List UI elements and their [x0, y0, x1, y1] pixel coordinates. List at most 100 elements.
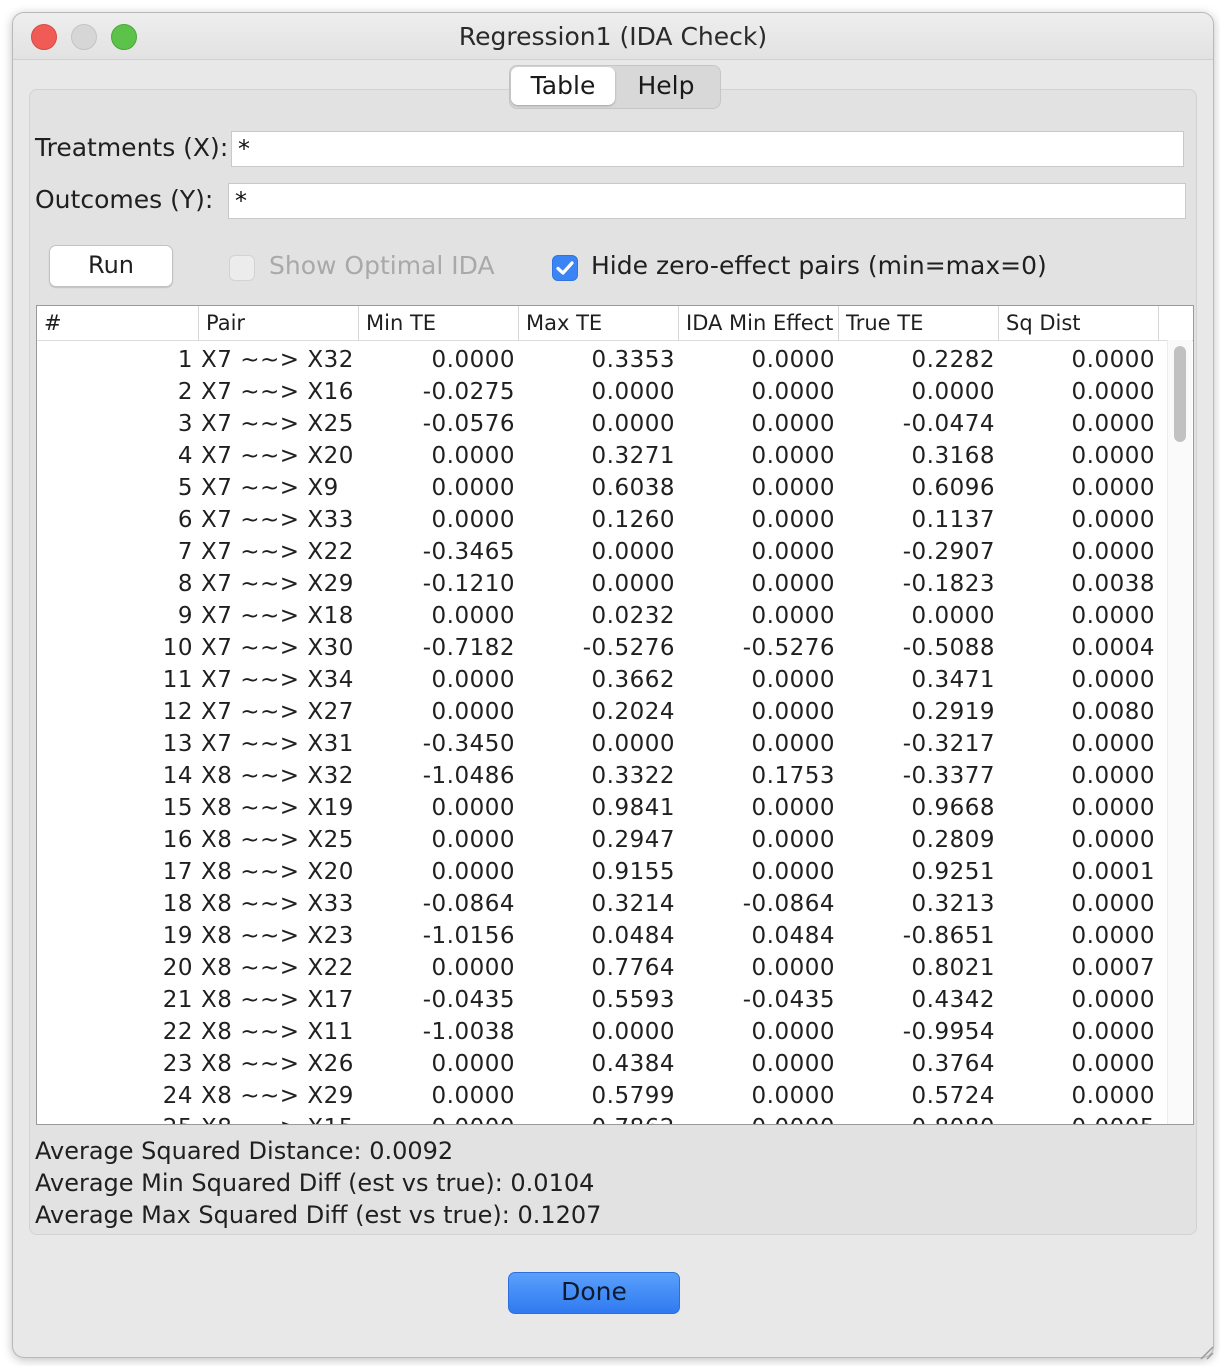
cell-pair: X7 ~~> X9 [201, 475, 339, 501]
cell-index: 24 [162, 1083, 193, 1109]
column-header-index[interactable]: # [37, 306, 199, 340]
table-row[interactable]: 8 X7 ~~> X29 -0.1210 0.0000 0.0000 -0.1823 0.0… [37, 568, 1167, 600]
table-row[interactable]: 12 X7 ~~> X27 0.0000 0.2024 0.0000 0.2919 0.00… [37, 696, 1167, 728]
table-row[interactable]: 19 X8 ~~> X23 -1.0156 0.0484 0.0484 -0.8651 0.… [37, 920, 1167, 952]
table-row[interactable]: 5 X7 ~~> X9 0.0000 0.6038 0.0000 0.6096 0.0000 [37, 472, 1167, 504]
dialog-window: Regression1 (IDA Check) Table Help Treat… [12, 12, 1214, 1358]
cell-index: 14 [162, 763, 193, 789]
treatments-label: Treatments (X): [35, 133, 229, 162]
cell-true-te: 0.2282 [911, 347, 995, 373]
column-header-sq-dist[interactable]: Sq Dist [999, 306, 1159, 340]
cell-true-te: 0.2919 [911, 699, 995, 725]
done-button[interactable]: Done [508, 1272, 680, 1314]
cell-ida-min-effect: 0.0000 [751, 859, 835, 885]
table-row[interactable]: 11 X7 ~~> X34 0.0000 0.3662 0.0000 0.3471 0.00… [37, 664, 1167, 696]
cell-sq-dist: 0.0000 [1071, 603, 1155, 629]
table-row[interactable]: 25 X8 ~~> X15 0.0000 0.7862 0.0000 0.8080 0.00… [37, 1112, 1167, 1124]
cell-index: 3 [177, 411, 193, 437]
cell-index: 22 [162, 1019, 193, 1045]
outcomes-label: Outcomes (Y): [35, 185, 214, 214]
hide-zero-effect-checkbox[interactable] [552, 255, 578, 281]
cell-index: 25 [163, 1112, 193, 1124]
results-table: # Pair Min TE Max TE IDA Min Effect True… [36, 305, 1194, 1125]
cell-sq-dist: 0.0080 [1071, 699, 1155, 725]
table-row[interactable]: 6 X7 ~~> X33 0.0000 0.1260 0.0000 0.1137 0.000… [37, 504, 1167, 536]
cell-ida-min-effect: -0.0435 [742, 987, 835, 1013]
table-row[interactable]: 16 X8 ~~> X25 0.0000 0.2947 0.0000 0.2809 0.00… [37, 824, 1167, 856]
cell-pair: X8 ~~> X20 [201, 859, 354, 885]
cell-max-te: 0.3214 [591, 891, 675, 917]
cell-ida-min-effect: 0.0000 [751, 955, 835, 981]
cell-true-te: 0.4342 [911, 987, 995, 1013]
table-row[interactable]: 4 X7 ~~> X20 0.0000 0.3271 0.0000 0.3168 0.000… [37, 440, 1167, 472]
cell-sq-dist: 0.0000 [1071, 379, 1155, 405]
cell-true-te: 0.3168 [911, 443, 995, 469]
table-row[interactable]: 20 X8 ~~> X22 0.0000 0.7764 0.0000 0.8021 0.00… [37, 952, 1167, 984]
cell-max-te: 0.2947 [591, 827, 675, 853]
show-optimal-ida-checkbox[interactable] [229, 255, 255, 281]
column-header-true-te[interactable]: True TE [839, 306, 999, 340]
table-row[interactable]: 14 X8 ~~> X32 -1.0486 0.3322 0.1753 -0.3377 0.… [37, 760, 1167, 792]
cell-sq-dist: 0.0000 [1071, 987, 1155, 1013]
table-row[interactable]: 3 X7 ~~> X25 -0.0576 0.0000 0.0000 -0.0474 0.0… [37, 408, 1167, 440]
cell-ida-min-effect: -0.5276 [742, 635, 835, 661]
cell-ida-min-effect: 0.0000 [752, 1112, 835, 1124]
table-row[interactable]: 21 X8 ~~> X17 -0.0435 0.5593 -0.0435 0.4342 0.… [37, 984, 1167, 1016]
title-bar[interactable]: Regression1 (IDA Check) [13, 13, 1213, 60]
cell-ida-min-effect: 0.0000 [751, 539, 835, 565]
treatments-input[interactable] [231, 131, 1184, 167]
cell-pair: X8 ~~> X15 [201, 1112, 354, 1124]
cell-min-te: 0.0000 [431, 1083, 515, 1109]
cell-max-te: 0.1260 [591, 507, 675, 533]
cell-index: 23 [162, 1051, 193, 1077]
cell-sq-dist: 0.0000 [1071, 795, 1155, 821]
cell-sq-dist: 0.0000 [1071, 507, 1155, 533]
tab-table[interactable]: Table [511, 67, 615, 105]
table-row[interactable]: 15 X8 ~~> X19 0.0000 0.9841 0.0000 0.9668 0.00… [37, 792, 1167, 824]
column-header-max-te[interactable]: Max TE [519, 306, 679, 340]
cell-index: 1 [177, 347, 193, 373]
table-row[interactable]: 1 X7 ~~> X32 0.0000 0.3353 0.0000 0.2282 0.000… [37, 344, 1167, 376]
table-row[interactable]: 17 X8 ~~> X20 0.0000 0.9155 0.0000 0.9251 0.00… [37, 856, 1167, 888]
cell-min-te: 0.0000 [431, 443, 515, 469]
cell-min-te: -1.0156 [422, 923, 515, 949]
cell-min-te: -0.7182 [422, 635, 515, 661]
avg-min-squared-diff: Average Min Squared Diff (est vs true): … [35, 1169, 595, 1197]
cell-max-te: 0.0484 [591, 923, 675, 949]
cell-pair: X7 ~~> X30 [201, 635, 354, 661]
column-header-ida-min-effect[interactable]: IDA Min Effect [679, 306, 839, 340]
scrollbar-thumb[interactable] [1174, 346, 1186, 442]
cell-true-te: -0.5088 [902, 635, 995, 661]
cell-pair: X7 ~~> X34 [201, 667, 354, 693]
cell-pair: X8 ~~> X25 [201, 827, 354, 853]
cell-true-te: 0.0000 [911, 379, 995, 405]
tab-help[interactable]: Help [616, 67, 716, 105]
table-row[interactable]: 13 X7 ~~> X31 -0.3450 0.0000 0.0000 -0.3217 0.… [37, 728, 1167, 760]
table-row[interactable]: 18 X8 ~~> X33 -0.0864 0.3214 -0.0864 0.3213 0.… [37, 888, 1167, 920]
table-row[interactable]: 7 X7 ~~> X22 -0.3465 0.0000 0.0000 -0.2907 0.0… [37, 536, 1167, 568]
cell-min-te: 0.0000 [431, 699, 515, 725]
cell-pair: X7 ~~> X20 [201, 443, 354, 469]
table-row[interactable]: 24 X8 ~~> X29 0.0000 0.5799 0.0000 0.5724 0.00… [37, 1080, 1167, 1112]
run-button[interactable]: Run [49, 245, 173, 287]
resize-grip-icon[interactable] [1196, 1342, 1214, 1360]
cell-sq-dist: 0.0005 [1072, 1112, 1155, 1124]
cell-min-te: -1.0038 [422, 1019, 515, 1045]
cell-pair: X7 ~~> X32 [201, 347, 354, 373]
table-row[interactable]: 10 X7 ~~> X30 -0.7182 -0.5276 -0.5276 -0.5088… [37, 632, 1167, 664]
cell-min-te: 0.0000 [431, 859, 515, 885]
table-row[interactable]: 22 X8 ~~> X11 -1.0038 0.0000 0.0000 -0.9954 0.… [37, 1016, 1167, 1048]
outcomes-input[interactable] [228, 183, 1186, 219]
table-row[interactable]: 2 X7 ~~> X16 -0.0275 0.0000 0.0000 0.0000 0.00… [37, 376, 1167, 408]
column-header-pair[interactable]: Pair [199, 306, 359, 340]
cell-min-te: 0.0000 [431, 507, 515, 533]
column-header-min-te[interactable]: Min TE [359, 306, 519, 340]
cell-max-te: 0.0000 [591, 539, 675, 565]
table-row[interactable]: 9 X7 ~~> X18 0.0000 0.0232 0.0000 0.0000 0.000… [37, 600, 1167, 632]
table-row[interactable]: 23 X8 ~~> X26 0.0000 0.4384 0.0000 0.3764 0.00… [37, 1048, 1167, 1080]
table-scrollbar[interactable] [1167, 340, 1192, 1124]
cell-sq-dist: 0.0000 [1071, 667, 1155, 693]
cell-true-te: 0.6096 [911, 475, 995, 501]
cell-min-te: -0.3450 [422, 731, 515, 757]
cell-true-te: -0.8651 [902, 923, 995, 949]
